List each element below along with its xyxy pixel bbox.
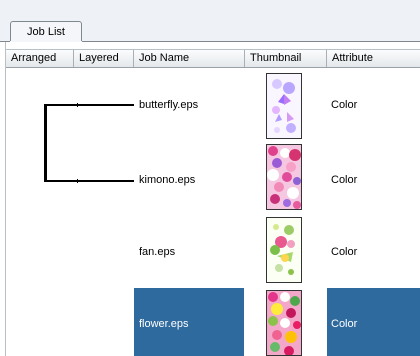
window-top-strip xyxy=(0,0,420,18)
table-header: Arranged Layered Job Name Thumbnail Attr… xyxy=(6,49,420,68)
attribute-cell: Color xyxy=(331,174,358,186)
job-name-cell: flower.eps xyxy=(139,318,189,330)
job-name-cell: butterfly.eps xyxy=(139,99,199,111)
attribute-cell: Color xyxy=(331,246,358,258)
job-name-cell: fan.eps xyxy=(139,246,176,258)
column-header-arranged[interactable]: Arranged xyxy=(6,50,74,67)
butterfly-thumbnail-icon xyxy=(266,73,302,139)
tab-job-list[interactable]: Job List xyxy=(10,21,82,42)
column-header-thumbnail[interactable]: Thumbnail xyxy=(245,50,327,67)
column-header-attribute[interactable]: Attribute xyxy=(327,50,420,67)
column-header-layered[interactable]: Layered xyxy=(74,50,134,67)
flower-thumbnail-icon xyxy=(266,290,302,356)
kimono-thumbnail-icon xyxy=(266,144,302,210)
attribute-cell: Color xyxy=(331,318,358,330)
column-header-job-name[interactable]: Job Name xyxy=(134,50,245,67)
tab-job-list-label: Job List xyxy=(27,26,65,38)
panel-border xyxy=(5,42,6,356)
attribute-cell: Color xyxy=(331,99,358,111)
tab-bar: Job List xyxy=(0,18,420,42)
fan-thumbnail-icon xyxy=(266,217,302,283)
job-name-cell: kimono.eps xyxy=(139,174,196,186)
